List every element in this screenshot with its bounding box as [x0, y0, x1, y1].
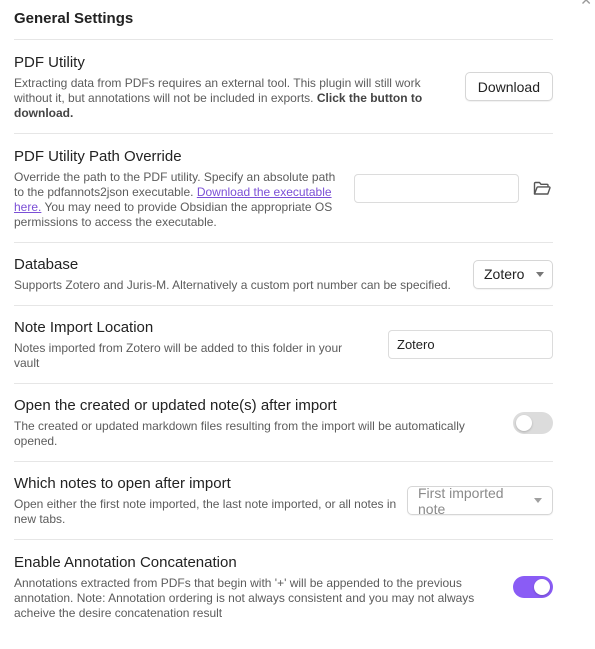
setting-name: Enable Annotation Concatenation — [14, 554, 237, 571]
settings-panel: General Settings PDF Utility Extracting … — [14, 0, 553, 634]
toggle-knob — [516, 414, 532, 431]
close-icon[interactable]: ✕ — [580, 0, 592, 9]
setting-database: Database Supports Zotero and Juris-M. Al… — [14, 243, 553, 306]
description-text: You may need to provide Obsidian the app… — [14, 199, 333, 229]
setting-description: The created or updated markdown files re… — [14, 419, 465, 448]
toggle-knob — [534, 579, 550, 595]
setting-control — [513, 576, 553, 598]
dropdown-value: Zotero — [484, 266, 525, 282]
setting-info: Database Supports Zotero and Juris-M. Al… — [14, 255, 473, 293]
dropdown-value: First imported note — [418, 484, 504, 517]
download-button[interactable]: Download — [464, 72, 553, 101]
setting-info: Note Import Location Notes imported from… — [14, 318, 364, 371]
setting-description: Override the path to the PDF utility. Sp… — [14, 170, 339, 230]
setting-path-override: PDF Utility Path Override Override the p… — [14, 134, 553, 243]
setting-name: Which notes to open after import — [14, 475, 231, 492]
setting-which-notes: Which notes to open after import Open ei… — [14, 462, 553, 540]
annotation-concatenation-toggle[interactable] — [513, 576, 553, 598]
setting-description: Notes imported from Zotero will be added… — [14, 341, 343, 370]
setting-description: Extracting data from PDFs requires an ex… — [14, 76, 434, 121]
setting-name: Database — [14, 256, 79, 273]
setting-control — [354, 173, 553, 203]
folder-open-icon[interactable] — [531, 179, 553, 197]
setting-name: PDF Utility — [14, 53, 85, 71]
setting-info: PDF Utility Path Override Override the p… — [14, 147, 339, 230]
setting-info: Open the created or updated note(s) afte… — [14, 396, 484, 449]
setting-info: PDF Utility Extracting data from PDFs re… — [14, 53, 434, 121]
setting-description: Annotations extracted from PDFs that beg… — [14, 576, 475, 620]
setting-annotation-concatenation: Enable Annotation Concatenation Annotati… — [14, 540, 553, 634]
section-heading: General Settings — [14, 0, 553, 40]
which-notes-dropdown[interactable]: First imported note — [407, 484, 553, 517]
setting-description: Supports Zotero and Juris-M. Alternative… — [14, 278, 451, 292]
setting-name: Open the created or updated note(s) afte… — [14, 397, 337, 414]
setting-note-import-location: Note Import Location Notes imported from… — [14, 306, 553, 384]
path-override-input[interactable] — [354, 173, 519, 203]
setting-info: Which notes to open after import Open ei… — [14, 474, 399, 527]
database-dropdown[interactable]: Zotero — [473, 259, 553, 289]
setting-control: Download — [464, 72, 553, 101]
chevron-down-icon — [534, 498, 542, 503]
setting-info: Enable Annotation Concatenation Annotati… — [14, 553, 484, 621]
open-after-import-toggle[interactable] — [513, 411, 553, 434]
setting-control — [513, 411, 553, 434]
setting-control: Zotero — [473, 259, 553, 289]
setting-open-after-import: Open the created or updated note(s) afte… — [14, 384, 553, 462]
setting-control — [388, 330, 553, 359]
note-import-location-input[interactable] — [388, 330, 553, 359]
setting-pdf-utility: PDF Utility Extracting data from PDFs re… — [14, 40, 553, 134]
setting-name: Note Import Location — [14, 319, 154, 336]
setting-name: PDF Utility Path Override — [14, 147, 182, 165]
setting-description: Open either the first note imported, the… — [14, 497, 397, 526]
setting-control: First imported note — [407, 484, 553, 517]
chevron-down-icon — [536, 271, 545, 277]
